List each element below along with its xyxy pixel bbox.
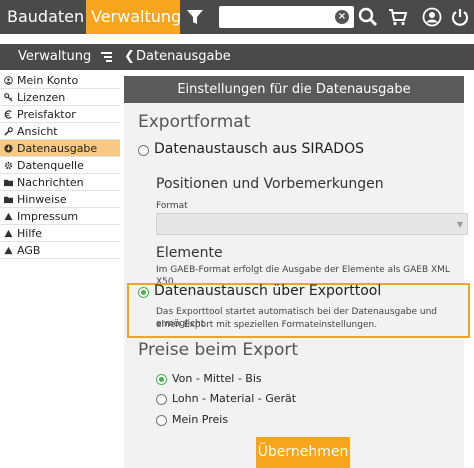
radio-price-lohn-material-geraet-label[interactable]: Lohn - Material - Gerät [172,392,296,405]
chevron-down-icon: ▼ [456,220,463,229]
exporttool-note-line2: einen Export mit speziellen Formateinste… [156,320,378,330]
radio-price-mein-preis[interactable] [156,415,167,426]
sidebar-item-impressum[interactable]: Impressum [0,208,120,225]
sidebar-item-datenquelle[interactable]: Datenquelle [0,157,120,174]
sidebar-item-mein-konto[interactable]: Mein Konto [0,72,120,89]
tab-baudaten[interactable]: Baudaten [0,0,86,34]
format-label: Format [156,201,188,211]
submit-button[interactable]: Übernehmen [256,437,350,468]
folder-icon [4,179,13,187]
radio-sirados-label[interactable]: Datenaustausch aus SIRADOS [154,141,364,157]
sidebar-item-label: Nachrichten [17,176,84,189]
sidebar-item-nachrichten[interactable]: Nachrichten [0,174,120,191]
user-circle-icon [4,76,13,85]
triangle-icon [4,229,13,238]
sidebar-item-label: Preisfaktor [17,108,76,121]
sidebar-item-label: Impressum [17,210,79,223]
settings-panel: Einstellungen für die Datenausgabe Expor… [124,76,470,468]
positions-heading: Positionen und Vorbemerkungen [156,176,384,192]
format-select[interactable]: ▼ [156,213,468,235]
user-icon[interactable] [422,7,442,27]
radio-price-von-mittel-bis-label[interactable]: Von - Mittel - Bis [172,372,262,385]
radio-price-lohn-material-geraet[interactable] [156,394,167,405]
wrench-icon [4,127,13,136]
search-icon[interactable] [358,7,378,27]
radio-sirados[interactable] [138,145,149,156]
sidebar-item-label: Hinweise [17,193,67,206]
preise-heading: Preise beim Export [138,340,299,360]
radio-price-mein-preis-label[interactable]: Mein Preis [172,413,228,426]
page-title: Datenausgabe [136,49,231,64]
exportformat-heading: Exportformat [138,112,251,132]
sidebar-header: Verwaltung [0,44,120,70]
sidebar-item-lizenzen[interactable]: Lizenzen [0,89,120,106]
radio-exporttool-label[interactable]: Datenaustausch über Exporttool [154,283,381,299]
sidebar-item-label: Hilfe [17,227,43,240]
search-input[interactable]: × [219,6,354,28]
radio-exporttool[interactable] [138,287,149,298]
sidebar-item-label: Datenausgabe [17,142,98,155]
elemente-heading: Elemente [156,245,223,261]
sidebar-item-agb[interactable]: AGB [0,242,120,259]
triangle-icon [4,212,13,221]
sidebar-item-preisfaktor[interactable]: Preisfaktor [0,106,120,123]
cart-icon[interactable] [388,7,408,27]
gear-icon [4,161,13,170]
sidebar-item-label: AGB [17,244,41,257]
sidebar-item-hilfe[interactable]: Hilfe [0,225,120,242]
chevron-left-icon[interactable]: ❮ [124,44,135,70]
euro-icon [4,110,12,119]
content-header: ❮ Datenausgabe [120,44,474,70]
sidebar-item-label: Datenquelle [17,159,84,172]
sidebar-title: Verwaltung [18,49,92,64]
folder-icon [4,196,13,204]
export-icon [4,144,13,153]
menu-icon[interactable] [101,52,112,62]
top-bar: Baudaten Verwaltung × [0,0,474,34]
triangle-icon [4,246,13,255]
clear-search-icon[interactable]: × [335,10,349,24]
power-icon[interactable] [450,7,470,27]
sidebar-nav: Mein Konto Lizenzen Preisfaktor Ansicht … [0,72,120,259]
sidebar-item-datenausgabe[interactable]: Datenausgabe [0,140,120,157]
radio-price-von-mittel-bis[interactable] [156,374,167,385]
panel-title: Einstellungen für die Datenausgabe [124,76,464,103]
sidebar-item-hinweise[interactable]: Hinweise [0,191,120,208]
key-icon [4,93,13,102]
tab-verwaltung[interactable]: Verwaltung [86,0,181,34]
sidebar-item-label: Mein Konto [17,74,79,87]
sidebar-item-label: Lizenzen [17,91,66,104]
sidebar-item-label: Ansicht [17,125,58,138]
filter-icon[interactable] [186,8,204,26]
sidebar-item-ansicht[interactable]: Ansicht [0,123,120,140]
